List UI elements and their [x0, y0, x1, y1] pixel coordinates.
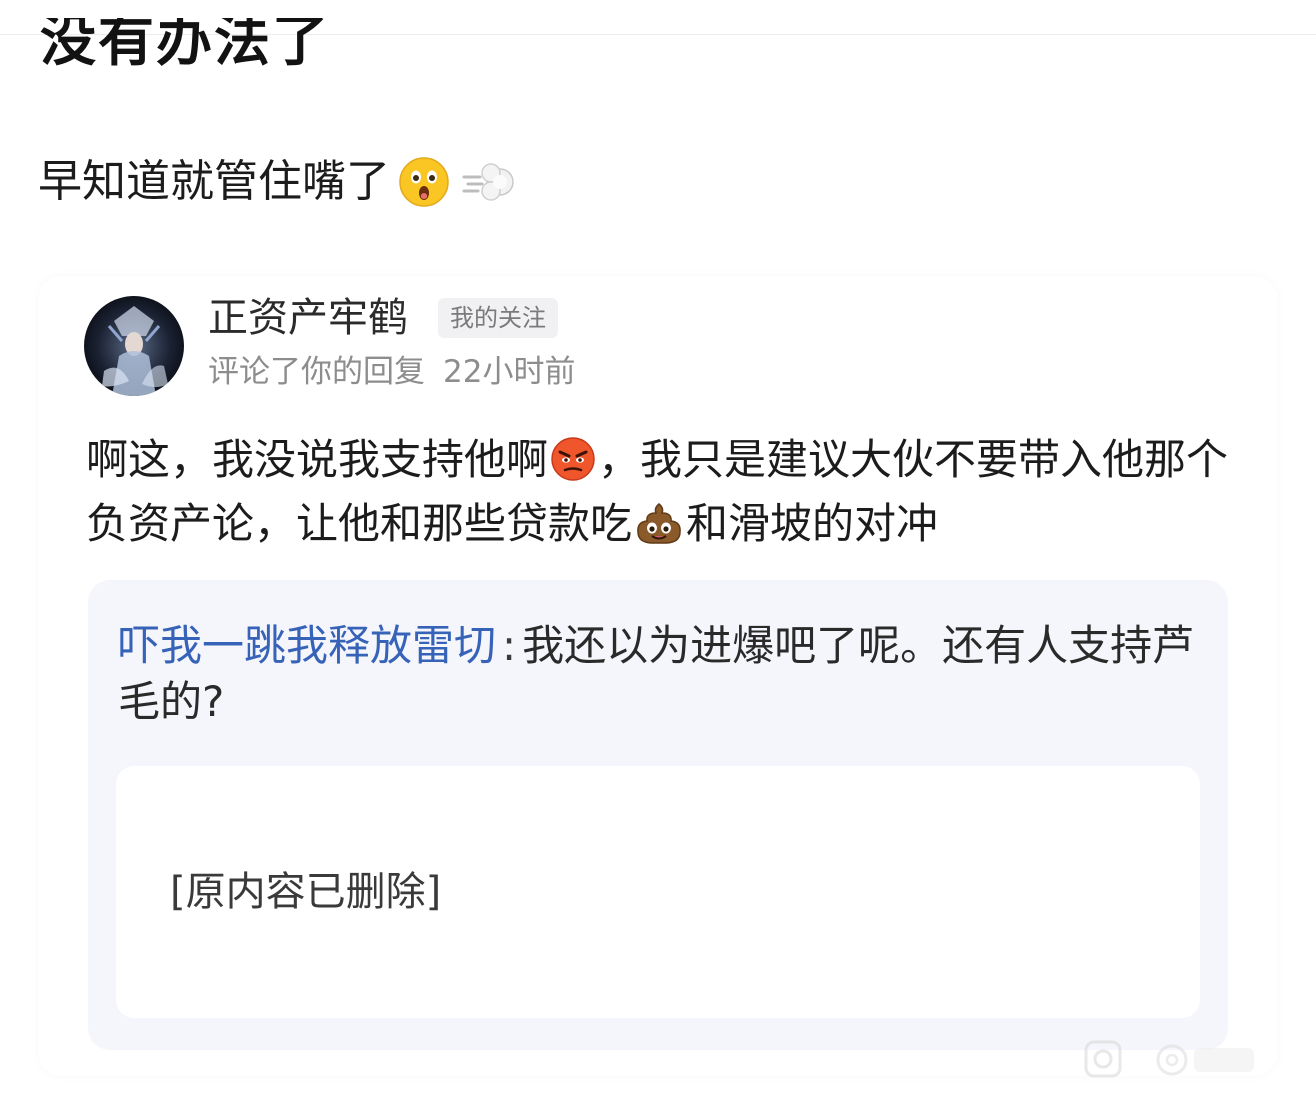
quoted-reply-text: 吓我一跳我释放雷切: 我还以为进爆吧了呢。还有人支持芦毛的?: [118, 618, 1208, 730]
user-avatar[interactable]: [84, 296, 184, 396]
dashing-away-icon: [460, 157, 516, 207]
post-subline-text: 早知道就管住嘴了: [38, 156, 390, 207]
comment-text-1: 啊这，我没说我支持他啊: [86, 435, 549, 484]
deleted-content-notice: [原内容已删除]: [170, 869, 442, 915]
comment-text-3: 和滑坡的对冲: [686, 499, 939, 548]
username-link[interactable]: 正资产牢鹤: [208, 290, 408, 346]
following-badge: 我的关注: [438, 298, 558, 338]
pile-of-poo-icon: [634, 500, 684, 560]
angry-face-icon: [550, 436, 596, 496]
quoted-separator: :: [502, 621, 517, 670]
notification-action: 评论了你的回复: [208, 354, 425, 390]
astonished-face-icon: [398, 156, 450, 208]
quoted-author-link[interactable]: 吓我一跳我释放雷切: [118, 621, 496, 670]
comment-body[interactable]: 啊这，我没说我支持他啊 ，我只是建议大伙不要带入他那个负资产论，让他和那些贷款吃…: [86, 432, 1236, 560]
notification-time: 22小时前: [443, 354, 576, 390]
post-heading: 没有办法了: [40, 18, 330, 84]
notification-meta: 评论了你的回复 22小时前: [208, 350, 575, 394]
post-heading-text: 没有办法了: [40, 18, 330, 74]
post-subline: 早知道就管住嘴了: [38, 150, 516, 214]
watermark-logo: [1082, 1036, 1316, 1091]
